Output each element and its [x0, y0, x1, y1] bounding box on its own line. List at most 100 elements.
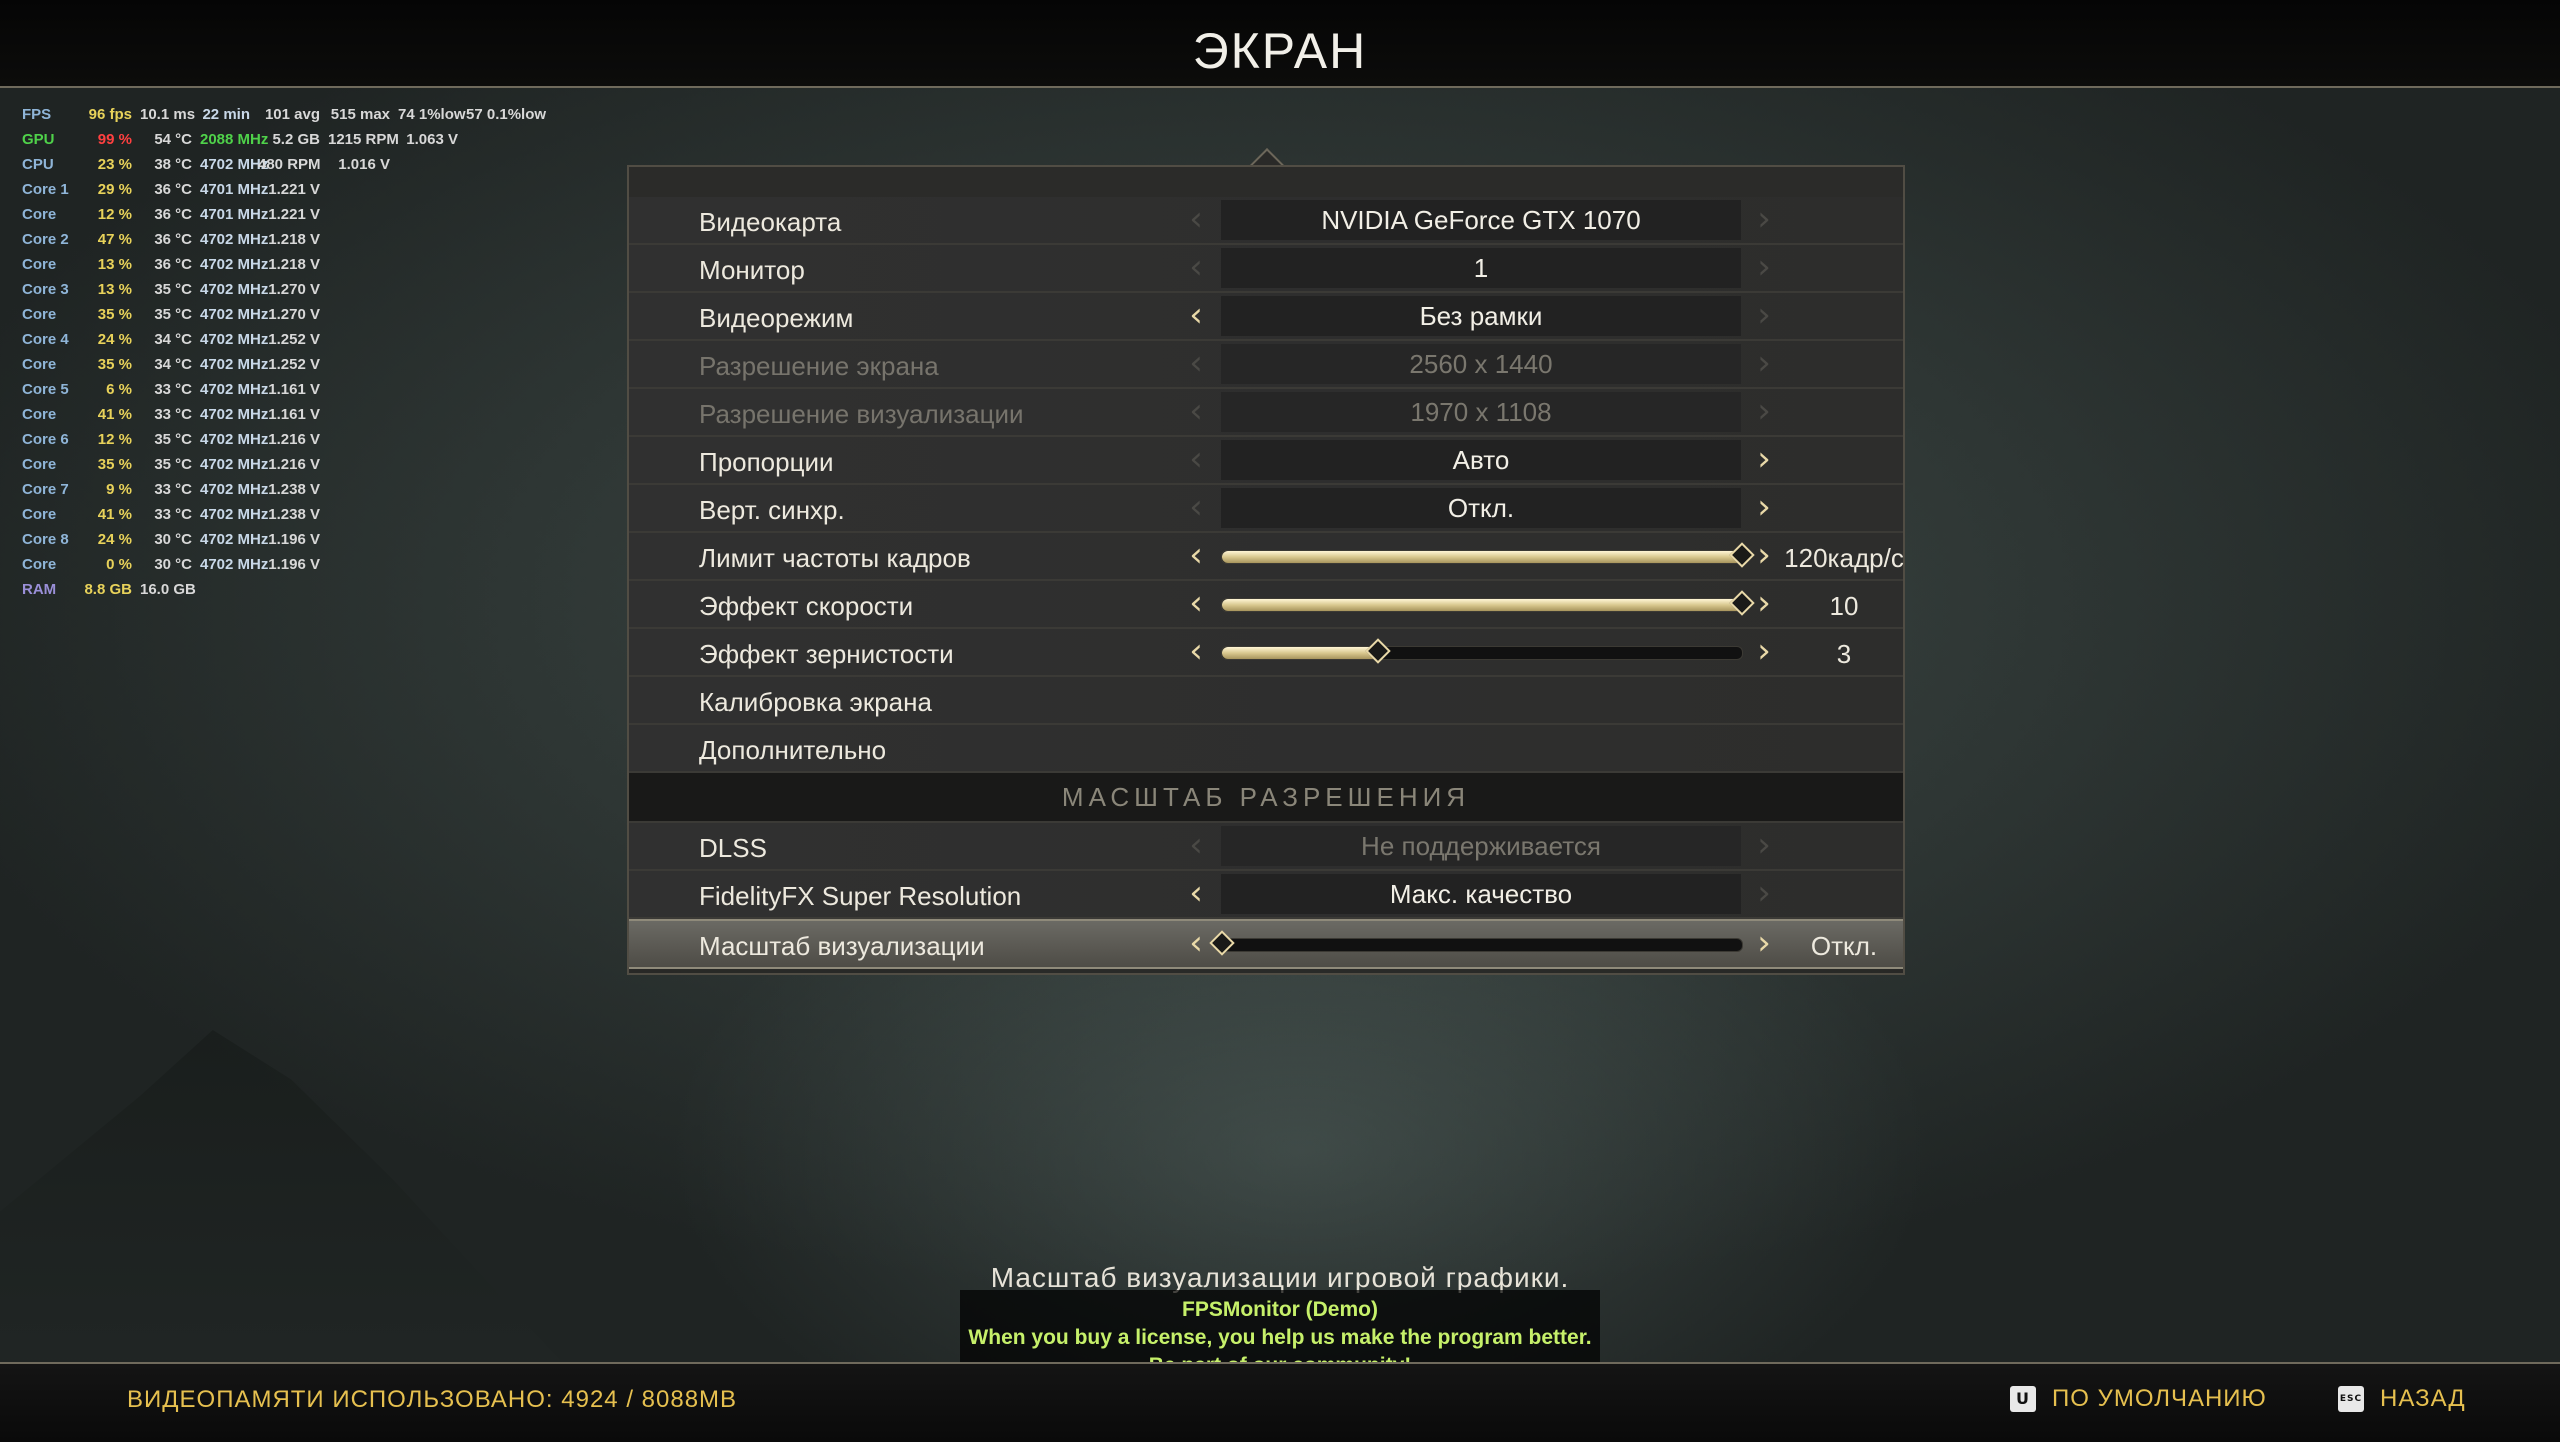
chevron-right-icon[interactable]: › [1749, 634, 1779, 670]
fps-monitor-cell: 1.238 V [268, 506, 320, 523]
fps-monitor-cell [398, 552, 466, 577]
fps-monitor-row: Core 35 % 35 °C 4702 MHz 1.216 V [22, 452, 534, 477]
setting-row-vsync[interactable]: Верт. синхр. ‹ Откл. › [629, 485, 1903, 533]
fps-monitor-cell: 1.252 V [268, 356, 320, 373]
fps-monitor-cell [398, 427, 466, 452]
fps-monitor-cell [466, 427, 534, 452]
fps-monitor-cell [466, 377, 534, 402]
fps-monitor-cell [398, 252, 466, 277]
fps-monitor-row: Core 35 % 35 °C 4702 MHz 1.270 V [22, 302, 534, 327]
setting-row-aspect[interactable]: Пропорции ‹ Авто › [629, 437, 1903, 485]
fps-monitor-cell: 23 % [97, 156, 132, 173]
render-scale-slider[interactable] [1209, 930, 1743, 956]
fps-monitor-cell [398, 327, 466, 352]
fps-monitor-row: Core 2 47 % 36 °C 4702 MHz 1.218 V [22, 227, 534, 252]
chevron-left-icon[interactable]: ‹ [1181, 876, 1211, 912]
chevron-right-icon: › [1757, 873, 1771, 913]
fps-monitor-cell [466, 127, 534, 152]
fps-monitor-cell [466, 552, 534, 577]
chevron-right-icon[interactable]: › [1749, 490, 1779, 526]
setting-label: Разрешение визуализации [699, 399, 1024, 429]
fps-monitor-cell: 4701 MHz [200, 206, 269, 223]
fps-monitor-cell: 10.1 ms [140, 106, 196, 123]
slider-fill [1222, 599, 1742, 611]
chevron-right-icon[interactable]: › [1749, 586, 1779, 622]
watermark-line: FPSMonitor (Demo) [1182, 1298, 1378, 1321]
fps-monitor-cell [328, 427, 398, 452]
fps-monitor-cell: 33 °C [154, 381, 192, 398]
fps-monitor-cell [398, 302, 466, 327]
setting-label: Эффект скорости [699, 591, 914, 621]
fps-monitor-cell: 4702 MHz [200, 381, 269, 398]
fps-monitor-cell: 4702 MHz [200, 481, 269, 498]
fps-monitor-row: RAM 8.8 GB 16.0 GB [22, 577, 534, 602]
fps-monitor-cell: 1215 RPM [328, 131, 399, 148]
fps-monitor-cell [466, 252, 534, 277]
setting-row-advanced[interactable]: Дополнительно [629, 725, 1903, 773]
chevron-right-icon[interactable]: › [1749, 538, 1779, 574]
motion-blur-slider[interactable] [1221, 590, 1755, 616]
fps-monitor-cell: Core 1 [22, 181, 69, 198]
frame-limit-slider[interactable] [1221, 542, 1755, 568]
chevron-left-icon: ‹ [1189, 391, 1203, 431]
chevron-left-icon[interactable]: ‹ [1181, 538, 1211, 574]
fps-monitor-cell: 36 °C [154, 181, 192, 198]
setting-row-monitor[interactable]: Монитор ‹ 1 › [629, 245, 1903, 293]
film-grain-slider[interactable] [1221, 638, 1743, 664]
setting-row-video-mode[interactable]: Видеорежим ‹ Без рамки › [629, 293, 1903, 341]
setting-row-calibration[interactable]: Калибровка экрана [629, 677, 1903, 725]
fps-monitor-cell: Core [22, 306, 57, 323]
fps-monitor-cell: 35 % [97, 306, 132, 323]
setting-label: Дополнительно [699, 735, 887, 765]
fps-monitor-cell: 2088 MHz [200, 131, 269, 148]
chevron-right-icon: › [1757, 391, 1771, 431]
setting-row-motion-blur[interactable]: Эффект скорости ‹ › 10 [629, 581, 1903, 629]
fps-monitor-cell: Core [22, 356, 57, 373]
fps-monitor-cell [398, 227, 466, 252]
chevron-left-icon: ‹ [1189, 247, 1203, 287]
fps-monitor-cell [398, 177, 466, 202]
restore-defaults-button[interactable]: U ПО УМОЛЧАНИЮ [2010, 1384, 2267, 1414]
fps-monitor-cell: 4702 MHz [200, 456, 269, 473]
fps-monitor-cell: 30 °C [154, 531, 192, 548]
chevron-left-icon[interactable]: ‹ [1181, 634, 1211, 670]
chevron-left-icon[interactable]: ‹ [1181, 298, 1211, 334]
diamond-icon[interactable] [1209, 930, 1235, 956]
fps-monitor-cell: 22 min [202, 106, 250, 123]
fps-monitor-cell: Core 4 [22, 331, 69, 348]
fps-monitor-cell: 4702 MHz [200, 506, 269, 523]
fps-monitor-cell [328, 302, 398, 327]
back-button[interactable]: ESC НАЗАД [2338, 1384, 2466, 1414]
diamond-icon[interactable] [1365, 638, 1391, 664]
setting-row-fsr[interactable]: FidelityFX Super Resolution ‹ Макс. каче… [629, 871, 1903, 919]
fps-monitor-cell [398, 277, 466, 302]
fps-monitor-cell: 1.221 V [268, 181, 320, 198]
setting-row-frame-limit[interactable]: Лимит частоты кадров ‹ › 120кадр/с [629, 533, 1904, 581]
fps-monitor-cell: 13 % [97, 256, 132, 273]
setting-row-gpu[interactable]: Видеокарта ‹ NVIDIA GeForce GTX 1070 › [629, 197, 1903, 245]
fps-monitor-cell: Core [22, 456, 57, 473]
fps-monitor-cell: 1.161 V [268, 406, 320, 423]
fps-monitor-cell: Core 3 [22, 281, 69, 298]
fps-monitor-cell: 1.238 V [268, 481, 320, 498]
fps-monitor-cell: 5.2 GB [272, 131, 320, 148]
fps-monitor-cell [328, 227, 398, 252]
setting-value: Откл. [1810, 931, 1878, 961]
chevron-left-icon: ‹ [1189, 343, 1203, 383]
fps-monitor-cell: 35 °C [154, 431, 192, 448]
fps-monitor-cell: 41 % [97, 406, 132, 423]
fps-monitor-overlay: FPS 96 fps 10.1 ms 22 min 101 avg 515 max 74 1… [22, 102, 546, 602]
restore-defaults-label: ПО УМОЛЧАНИЮ [2052, 1385, 2267, 1412]
chevron-right-icon[interactable]: › [1749, 442, 1779, 478]
chevron-left-icon[interactable]: ‹ [1181, 926, 1211, 962]
chevron-right-icon[interactable]: › [1749, 926, 1779, 962]
section-header-resolution-scale: МАСШТАБ РАЗРЕШЕНИЯ [629, 773, 1903, 823]
setting-row-film-grain[interactable]: Эффект зернистости ‹ › 3 [629, 629, 1903, 677]
fps-monitor-cell: Core [22, 256, 57, 273]
setting-row-dlss[interactable]: DLSS ‹ Не поддерживается › [629, 823, 1903, 871]
chevron-left-icon[interactable]: ‹ [1181, 586, 1211, 622]
setting-row-render-scale[interactable]: Масштаб визуализации ‹ › Откл. [629, 919, 1903, 969]
fps-monitor-cell: 9 % [106, 481, 132, 498]
fps-monitor-cell: RAM [22, 581, 57, 598]
chevron-right-icon: › [1757, 247, 1771, 287]
